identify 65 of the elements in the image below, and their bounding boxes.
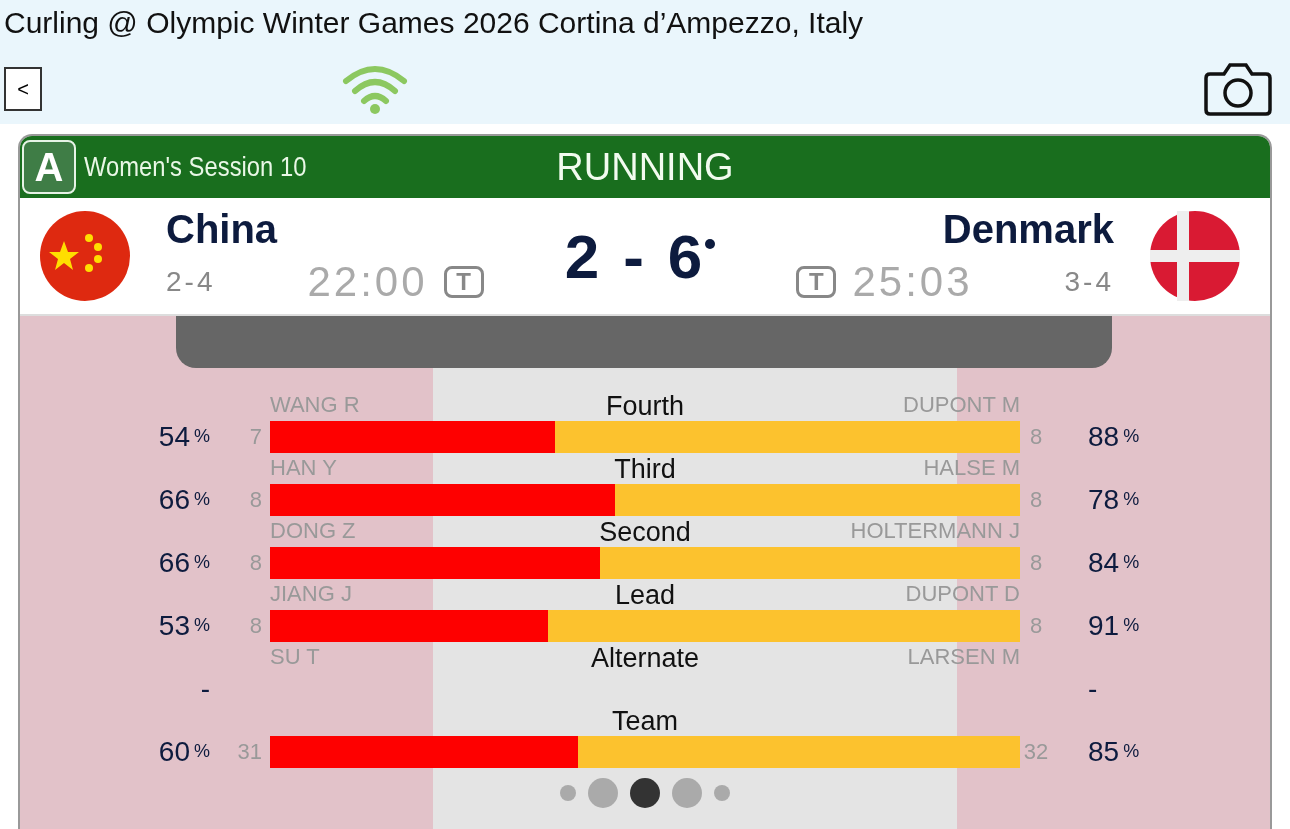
session-label: Women's Session 10 [84,151,307,183]
player-name: HOLTERMANN J [850,518,1020,544]
percentage: 91% [1087,608,1141,643]
position-label: Second [599,517,691,548]
timeout-button[interactable]: T [796,265,837,298]
player-name: SU T [270,644,320,670]
sheet-label: A [22,140,76,194]
team-name: Denmark [942,206,1114,252]
percentage: 78% [1087,482,1141,517]
percentage: 53% [157,608,210,643]
player-name: DUPONT M [903,392,1020,418]
position-label: Fourth [606,391,684,422]
timeout-button[interactable]: T [443,265,484,298]
position-label: Third [614,454,676,485]
percentage: 66% [157,482,210,517]
position-label: Lead [614,580,676,611]
home-score: 2 [564,220,600,292]
player-name: JIANG J [270,581,352,607]
player-name: DUPONT D [905,581,1020,607]
position-label: Team [612,706,678,737]
shot-count: 8 [1029,549,1043,576]
player-name: HALSE M [923,455,1020,481]
player-name: HAN Y [270,455,337,481]
percentage: 84% [1087,545,1141,580]
camera-icon[interactable] [1204,62,1272,116]
shot-count: 32 [1023,738,1049,765]
away-score: 6 [667,220,716,292]
wifi-icon [342,63,408,115]
shot-count: 8 [1029,612,1043,639]
page-title: Curling @ Olympic Winter Games 2026 Cortina d’Ampezzo, Italy [4,6,865,40]
percentage: - [1087,671,1099,706]
game-status: RUNNING [556,145,734,189]
shot-count: 8 [1029,423,1043,450]
percentage: 85% [1087,734,1141,769]
shot-count: 7 [249,423,262,450]
time-remaining: 22:00 [307,257,428,306]
time-remaining: 25:03 [852,257,973,306]
team-name: China [166,206,279,252]
china-flag-icon [40,211,130,301]
percentage: 88% [1087,419,1141,454]
shot-count: 8 [249,486,262,513]
player-name: DONG Z [270,518,356,544]
player-name: WANG R [270,392,360,418]
page-dot[interactable] [560,785,576,801]
team-record: 2-4 [166,265,216,298]
score-separator: - [623,220,644,292]
hammer-icon [705,238,716,249]
shot-count: 8 [249,549,262,576]
shot-count: 31 [237,738,262,765]
percentage: 54% [157,419,210,454]
team-record: 3-4 [1064,265,1114,298]
page-dot[interactable] [672,778,702,808]
percentage: 60% [157,734,210,769]
percentage: 66% [157,545,210,580]
shot-count: 8 [249,612,262,639]
page-dot[interactable] [588,778,618,808]
percentage: - [199,671,210,706]
shot-count: 8 [1029,486,1043,513]
back-button[interactable]: < [4,67,42,111]
player-name: LARSEN M [907,644,1020,670]
position-label: Alternate [590,643,700,674]
page-dot[interactable] [630,778,660,808]
page-dot[interactable] [714,785,730,801]
view-tab-bar[interactable] [176,316,1112,368]
denmark-flag-icon [1150,211,1240,301]
